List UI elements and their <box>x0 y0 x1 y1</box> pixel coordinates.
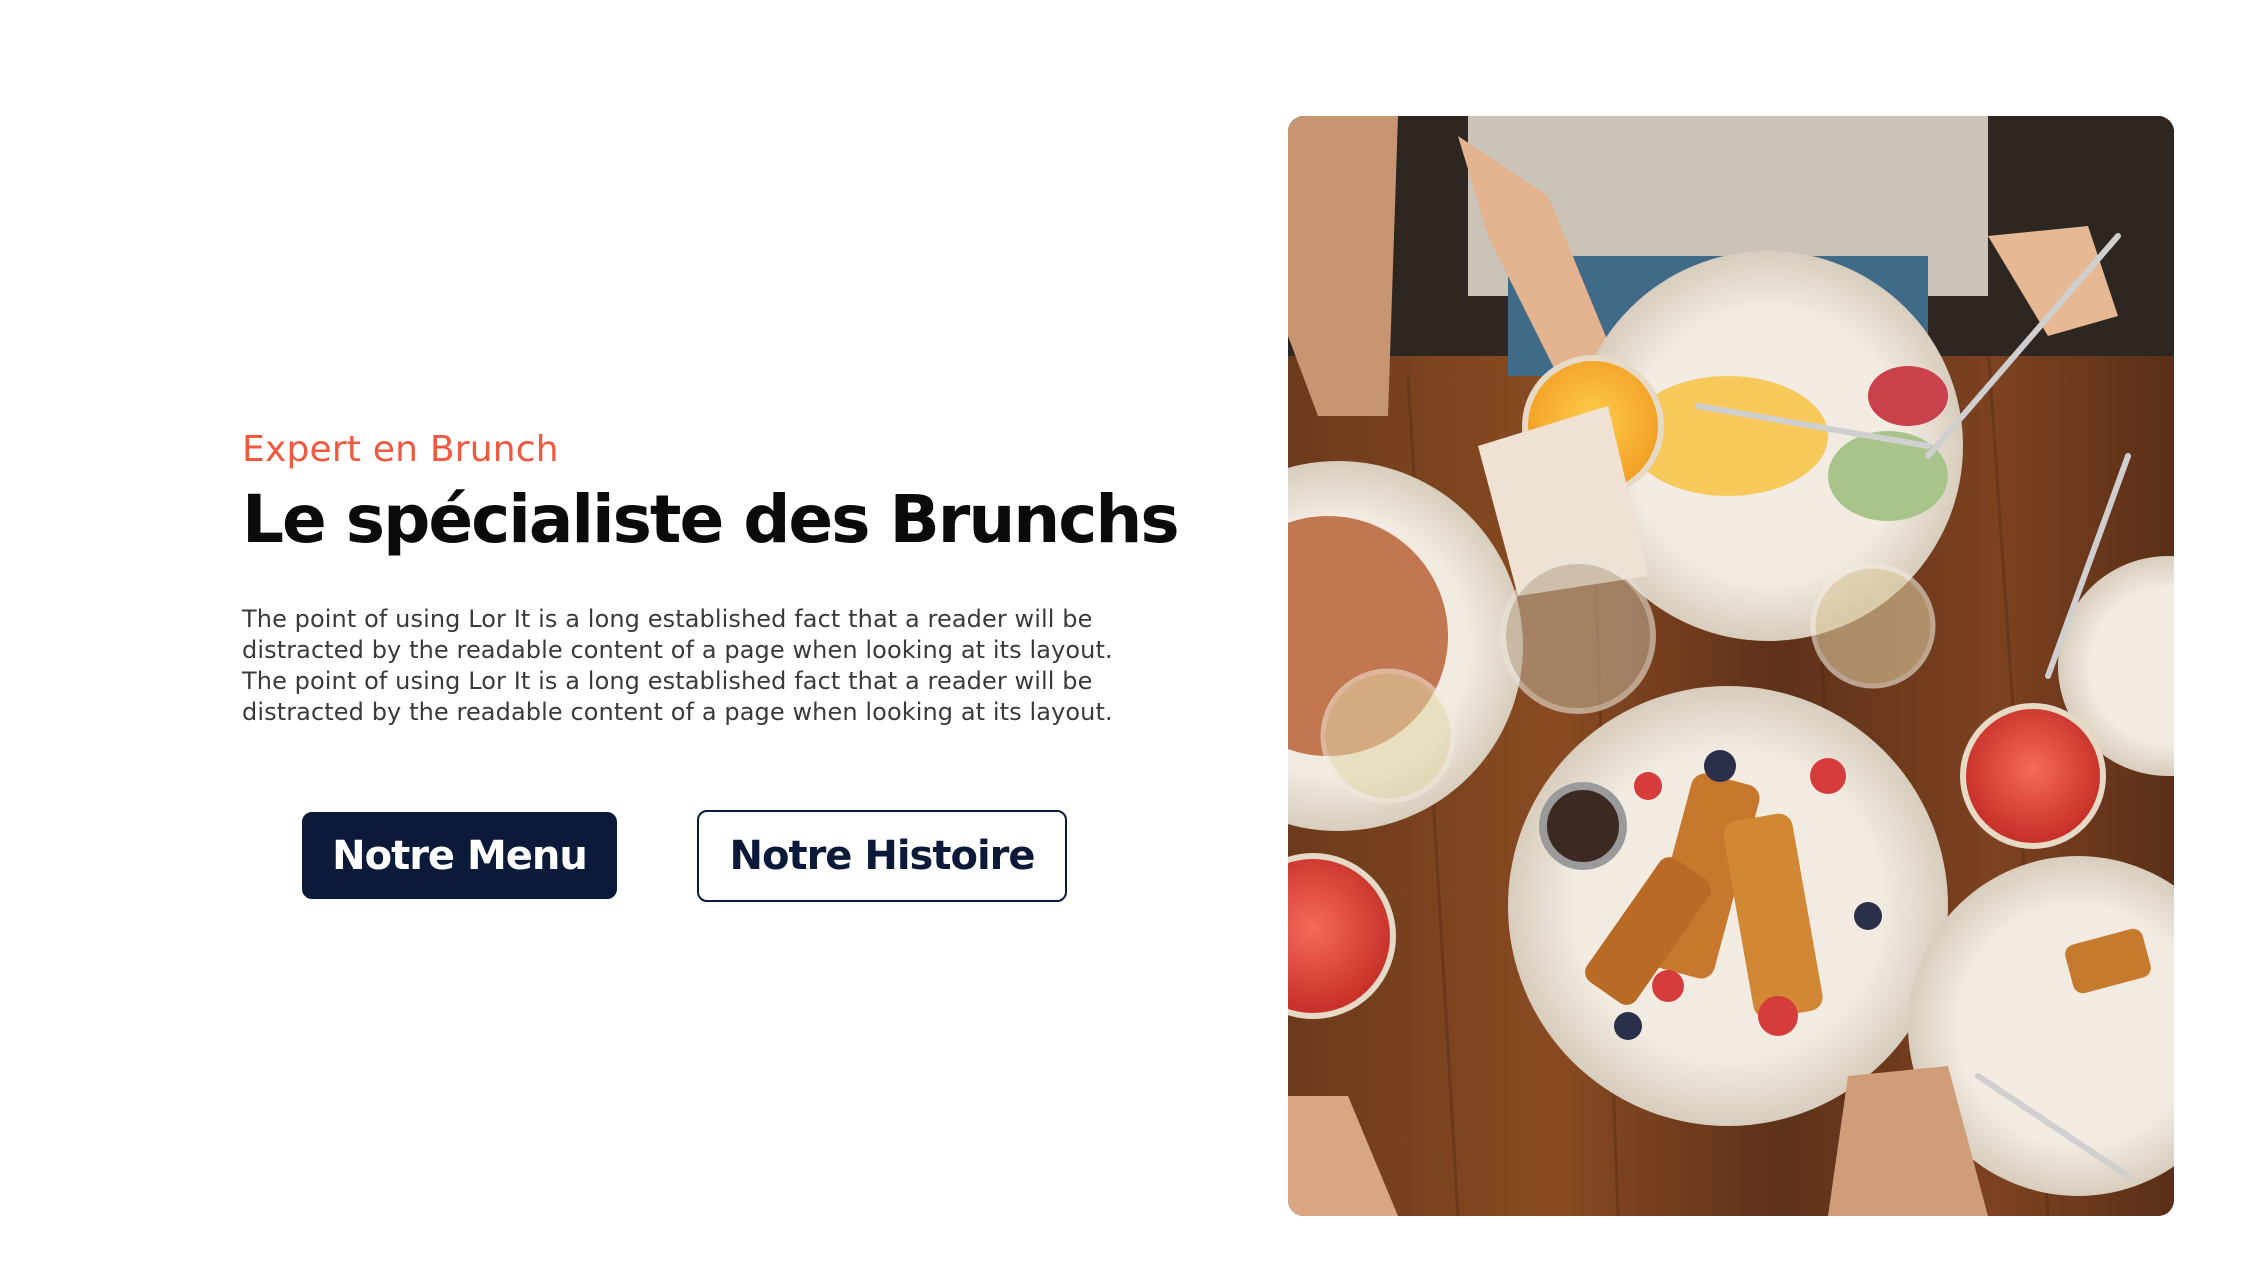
brunch-photo-illustration <box>1288 116 2174 1216</box>
description-line: distracted by the readable content of a … <box>242 698 1113 726</box>
notre-menu-button[interactable]: Notre Menu <box>302 812 617 899</box>
brunch-table-photo <box>1288 116 2174 1216</box>
description-line: The point of using Lor It is a long esta… <box>242 667 1093 695</box>
hero-eyebrow: Expert en Brunch <box>242 429 559 470</box>
description-line: The point of using Lor It is a long esta… <box>242 605 1093 633</box>
hero-section: Expert en Brunch Le spécialiste des Brun… <box>0 0 2242 1280</box>
hero-title: Le spécialiste des Brunchs <box>242 481 1180 558</box>
hero-description: The point of using Lor It is a long esta… <box>242 604 1122 728</box>
description-line: distracted by the readable content of a … <box>242 636 1113 664</box>
hero-text: Expert en Brunch Le spécialiste des Brun… <box>242 428 1180 560</box>
notre-histoire-button[interactable]: Notre Histoire <box>697 810 1067 902</box>
